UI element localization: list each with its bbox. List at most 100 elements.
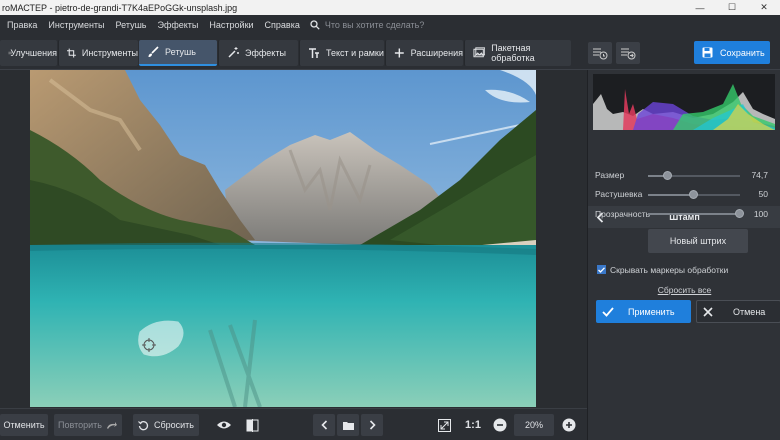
preview-toggle[interactable] — [212, 414, 236, 436]
redo-button[interactable]: Повторить — [54, 414, 122, 436]
hide-markers-checkbox[interactable] — [597, 265, 606, 274]
tab-label: Ретушь — [165, 47, 196, 57]
chevron-left-icon — [320, 420, 327, 430]
open-folder-button[interactable] — [337, 414, 359, 436]
reset-button[interactable]: Сбросить — [133, 414, 199, 436]
search-icon — [310, 20, 320, 30]
menu-retouch[interactable]: Ретушь — [112, 20, 151, 30]
split-view-icon — [246, 418, 258, 432]
feather-slider[interactable] — [648, 190, 740, 199]
new-stroke-label: Новый штрих — [669, 236, 727, 246]
prev-image-button[interactable] — [313, 414, 335, 436]
feather-slider-knob[interactable] — [689, 190, 698, 199]
compare-button[interactable] — [240, 414, 264, 436]
check-icon — [602, 306, 614, 317]
menu-tools[interactable]: Инструменты — [44, 20, 108, 30]
actual-size-button[interactable]: 1:1 — [461, 414, 485, 436]
histogram — [593, 74, 775, 130]
undo-label: Отменить — [3, 420, 45, 430]
minus-circle-icon — [493, 418, 507, 432]
bottom-toolbar: Отменить Повторить Сбросить 1:1 20% — [0, 408, 587, 440]
reset-all-link[interactable]: Сбросить все — [588, 285, 780, 295]
zoom-level-field[interactable]: 20% — [514, 414, 554, 436]
menu-bar: Правка Инструменты Ретушь Эффекты Настро… — [0, 15, 780, 35]
search-input[interactable]: Что вы хотите сделать? — [325, 20, 425, 30]
save-button[interactable]: Сохранить — [694, 41, 770, 64]
maximize-button[interactable]: ☐ — [716, 0, 748, 15]
histogram-graph — [593, 84, 775, 130]
window-controls: — ☐ ✕ — [684, 0, 780, 15]
expand-icon — [437, 418, 451, 432]
menu-effects[interactable]: Эффекты — [153, 20, 202, 30]
tab-enhancements[interactable]: Улучшения — [0, 40, 57, 66]
window-title: roМАСТЕР - pietro-de-grandi-T7K4aEPoGGk-… — [2, 2, 238, 13]
menu-edit[interactable]: Правка — [3, 20, 41, 30]
tab-label: Улучшения — [10, 48, 57, 58]
size-slider[interactable] — [648, 171, 740, 180]
size-label: Размер — [595, 170, 625, 180]
opacity-label: Прозрачность — [595, 209, 651, 219]
tab-effects[interactable]: Эффекты — [218, 40, 298, 66]
size-value: 74,7 — [751, 170, 768, 180]
chevron-right-icon — [369, 420, 376, 430]
redo-label: Повторить — [58, 420, 102, 430]
search-box[interactable]: Что вы хотите сделать? — [310, 20, 425, 30]
layers-clock-icon — [593, 48, 608, 60]
tab-label: Эффекты — [245, 48, 286, 58]
redo-arrow-icon — [106, 421, 117, 429]
zoom-out-button[interactable] — [490, 414, 510, 436]
title-bar: roМАСТЕР - pietro-de-grandi-T7K4aEPoGGk-… — [0, 0, 780, 15]
opacity-slider[interactable] — [648, 209, 744, 218]
tab-label: Текст и рамки — [326, 48, 384, 58]
menu-help[interactable]: Справка — [261, 20, 304, 30]
cancel-button[interactable]: Отмена — [696, 300, 780, 323]
history-button[interactable] — [616, 42, 640, 64]
close-icon — [703, 306, 713, 317]
tab-retouch[interactable]: Ретушь — [139, 40, 217, 66]
photo-canvas[interactable] — [30, 70, 536, 407]
new-stroke-button[interactable]: Новый штрих — [648, 229, 748, 253]
text-icon — [309, 48, 319, 58]
feather-label: Растушевка — [595, 189, 643, 199]
reset-label: Сбросить — [153, 420, 194, 430]
tab-text-frames[interactable]: Текст и рамки — [299, 40, 384, 66]
size-slider-knob[interactable] — [663, 171, 672, 180]
tab-label: Пакетная обработка — [491, 43, 535, 63]
cancel-label: Отмена — [733, 306, 766, 317]
apply-label: Применить — [628, 306, 675, 317]
feather-slider-fill — [648, 194, 694, 196]
compare-before-button[interactable] — [588, 42, 612, 64]
tab-label: Инструменты — [81, 48, 138, 58]
undo-button[interactable]: Отменить — [0, 414, 48, 436]
actual-size-label: 1:1 — [465, 419, 481, 431]
opacity-value: 100 — [753, 209, 768, 219]
floppy-disk-icon — [702, 47, 713, 58]
fit-to-screen-button[interactable] — [433, 414, 455, 436]
minimize-button[interactable]: — — [684, 0, 716, 15]
magic-wand-icon — [228, 47, 239, 58]
close-button[interactable]: ✕ — [748, 0, 780, 15]
crop-icon — [67, 48, 76, 58]
brush-icon — [148, 46, 159, 57]
images-icon — [473, 47, 486, 58]
tab-tools[interactable]: Инструменты — [58, 40, 138, 66]
opacity-slider-fill — [648, 213, 740, 215]
tab-extensions[interactable]: Расширения — [385, 40, 463, 66]
folder-icon — [342, 421, 354, 430]
reset-icon — [138, 420, 149, 430]
eye-icon — [217, 421, 231, 429]
feather-value: 50 — [758, 189, 768, 199]
apply-button[interactable]: Применить — [596, 300, 691, 323]
menu-settings[interactable]: Настройки — [205, 20, 257, 30]
tab-batch-processing[interactable]: Пакетная обработка — [464, 40, 571, 66]
hide-markers-label[interactable]: Скрывать маркеры обработки — [610, 265, 728, 275]
zoom-level: 20% — [524, 420, 543, 430]
landscape-photo — [30, 70, 536, 407]
opacity-slider-knob[interactable] — [735, 209, 744, 218]
layers-arrow-icon — [621, 48, 636, 60]
checkmark-icon — [598, 266, 605, 273]
next-image-button[interactable] — [361, 414, 383, 436]
save-label: Сохранить — [720, 47, 765, 58]
zoom-in-button[interactable] — [559, 414, 579, 436]
plus-circle-icon — [562, 418, 576, 432]
